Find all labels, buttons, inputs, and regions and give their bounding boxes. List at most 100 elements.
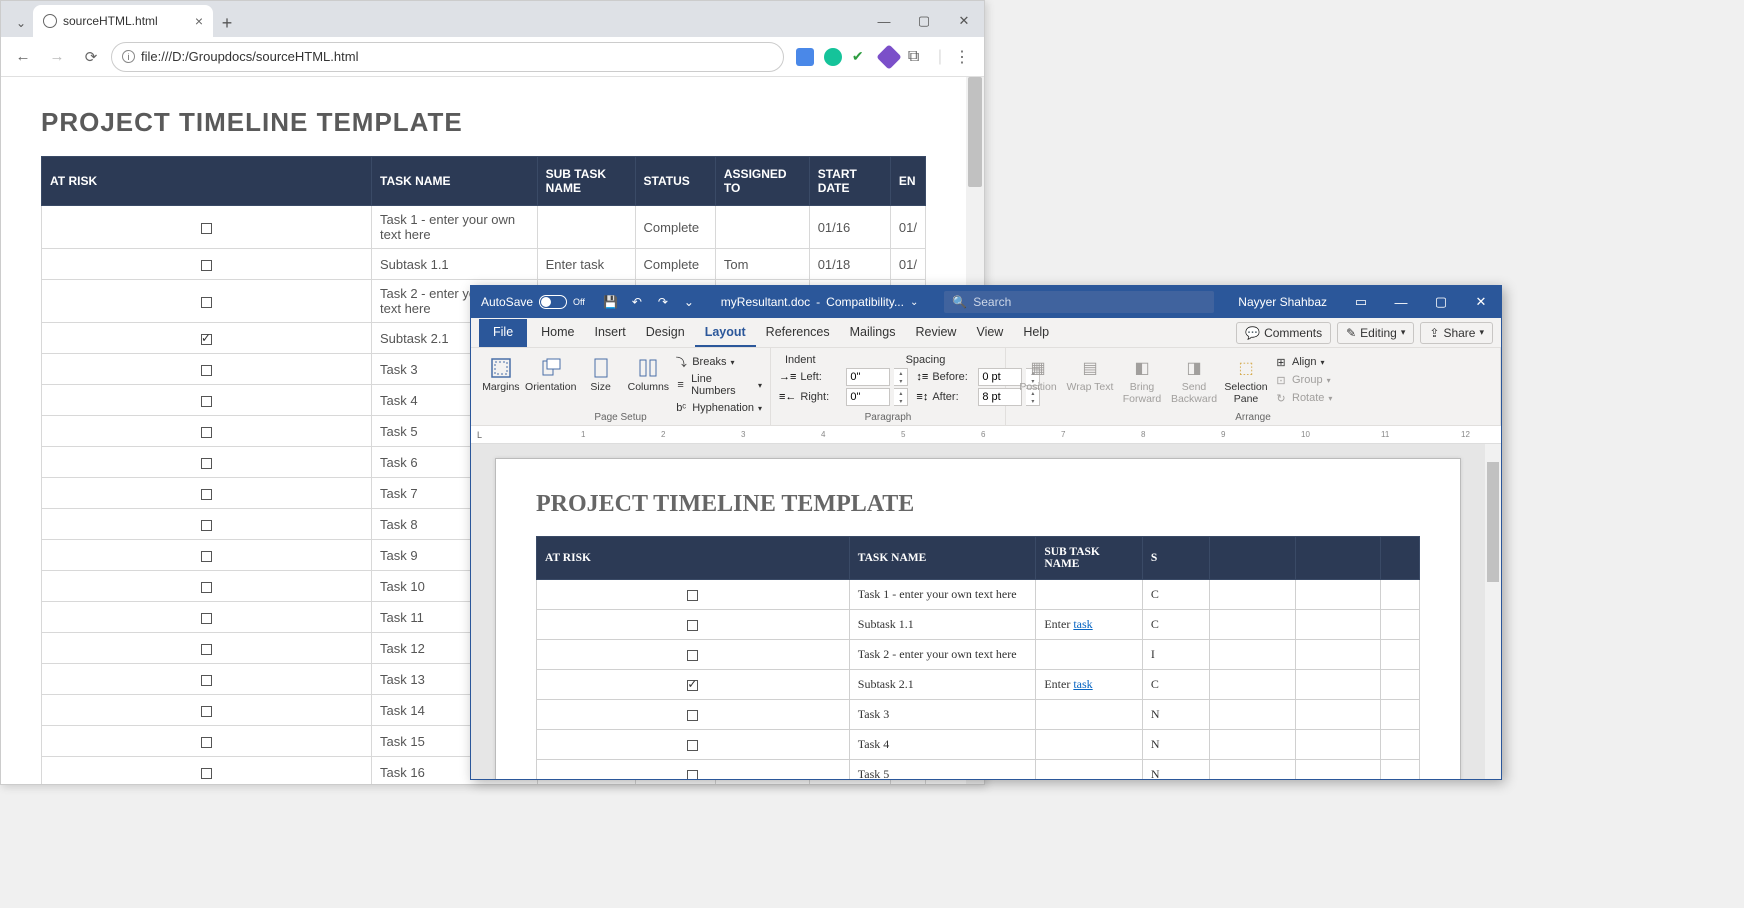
maximize-button[interactable]: ▢ — [904, 5, 944, 37]
at-risk-cell[interactable] — [537, 730, 850, 760]
at-risk-cell[interactable] — [537, 640, 850, 670]
search-box[interactable]: 🔍 Search — [944, 291, 1214, 313]
maximize-button[interactable]: ▢ — [1421, 286, 1461, 318]
at-risk-cell[interactable] — [537, 700, 850, 730]
document-page[interactable]: PROJECT TIMELINE TEMPLATE AT RISKTASK NA… — [495, 458, 1461, 779]
tab-list-dropdown[interactable]: ⌄ — [9, 9, 33, 37]
new-tab-button[interactable]: + — [213, 9, 241, 37]
minimize-button[interactable]: — — [864, 5, 904, 37]
extension-icon[interactable] — [876, 44, 901, 69]
at-risk-cell[interactable] — [42, 757, 372, 785]
task-link[interactable]: task — [1073, 677, 1092, 691]
ribbon-display-button[interactable]: ▭ — [1341, 286, 1381, 318]
checkbox-icon[interactable] — [201, 768, 212, 779]
user-name[interactable]: Nayyer Shahbaz — [1224, 295, 1341, 309]
checkbox-icon[interactable] — [201, 675, 212, 686]
spinner[interactable]: ▴▾ — [894, 368, 908, 386]
at-risk-cell[interactable] — [537, 760, 850, 780]
scrollbar-thumb[interactable] — [968, 77, 982, 187]
redo-icon[interactable]: ↷ — [655, 294, 671, 310]
at-risk-cell[interactable] — [42, 478, 372, 509]
menu-layout[interactable]: Layout — [695, 319, 756, 347]
browser-tab[interactable]: sourceHTML.html × — [33, 5, 213, 37]
indent-right-input[interactable] — [846, 388, 890, 406]
at-risk-cell[interactable] — [42, 416, 372, 447]
spinner[interactable]: ▴▾ — [894, 388, 908, 406]
more-menu-button[interactable]: ⋮ — [948, 43, 976, 71]
checkbox-icon[interactable] — [201, 334, 212, 345]
checkbox-icon[interactable] — [687, 770, 698, 779]
selection-pane-button[interactable]: ⬚Selection Pane — [1222, 352, 1270, 405]
menu-mailings[interactable]: Mailings — [840, 319, 906, 347]
scrollbar[interactable] — [1485, 444, 1501, 779]
undo-icon[interactable]: ↶ — [629, 294, 645, 310]
at-risk-cell[interactable] — [42, 726, 372, 757]
close-tab-icon[interactable]: × — [195, 13, 203, 29]
qat-dropdown-icon[interactable]: ⌄ — [681, 294, 697, 310]
at-risk-cell[interactable] — [42, 633, 372, 664]
scrollbar-thumb[interactable] — [1487, 462, 1499, 582]
task-link[interactable]: task — [1073, 617, 1092, 631]
at-risk-cell[interactable] — [537, 580, 850, 610]
menu-home[interactable]: Home — [531, 319, 584, 347]
checkbox-icon[interactable] — [201, 223, 212, 234]
at-risk-cell[interactable] — [42, 571, 372, 602]
menu-references[interactable]: References — [756, 319, 840, 347]
menu-view[interactable]: View — [966, 319, 1013, 347]
at-risk-cell[interactable] — [42, 509, 372, 540]
checkbox-icon[interactable] — [201, 551, 212, 562]
checkbox-icon[interactable] — [201, 489, 212, 500]
at-risk-cell[interactable] — [42, 323, 372, 354]
checkbox-icon[interactable] — [201, 297, 212, 308]
at-risk-cell[interactable] — [537, 610, 850, 640]
checkbox-icon[interactable] — [687, 710, 698, 721]
forward-button[interactable]: → — [43, 43, 71, 71]
at-risk-cell[interactable] — [42, 540, 372, 571]
menu-file[interactable]: File — [479, 319, 527, 347]
checkbox-icon[interactable] — [687, 740, 698, 751]
at-risk-cell[interactable] — [42, 354, 372, 385]
close-button[interactable]: ✕ — [944, 5, 984, 37]
share-button[interactable]: ⇪Share▾ — [1420, 322, 1493, 344]
breaks-button[interactable]: ⤵Breaks ▾ — [674, 354, 762, 370]
extension-icon[interactable]: ✔ — [852, 48, 870, 66]
indent-left-input[interactable] — [846, 368, 890, 386]
checkbox-icon[interactable] — [201, 396, 212, 407]
checkbox-icon[interactable] — [687, 620, 698, 631]
checkbox-icon[interactable] — [201, 706, 212, 717]
align-button[interactable]: ⊞Align ▾ — [1274, 354, 1332, 370]
checkbox-icon[interactable] — [201, 260, 212, 271]
checkbox-icon[interactable] — [201, 613, 212, 624]
line-numbers-button[interactable]: ≡Line Numbers ▾ — [674, 372, 762, 398]
save-icon[interactable]: 💾 — [603, 294, 619, 310]
ruler[interactable]: L 123456789101112 — [471, 426, 1501, 444]
extension-icon[interactable] — [796, 48, 814, 66]
extension-icon[interactable] — [824, 48, 842, 66]
comments-button[interactable]: 💬Comments — [1236, 322, 1331, 344]
size-button[interactable]: Size — [579, 352, 623, 394]
toggle-icon[interactable] — [539, 295, 567, 309]
orientation-button[interactable]: Orientation — [527, 352, 575, 394]
checkbox-icon[interactable] — [201, 427, 212, 438]
chevron-down-icon[interactable]: ⌄ — [910, 297, 918, 308]
checkbox-icon[interactable] — [201, 365, 212, 376]
at-risk-cell[interactable] — [42, 664, 372, 695]
at-risk-cell[interactable] — [537, 670, 850, 700]
checkbox-icon[interactable] — [201, 458, 212, 469]
back-button[interactable]: ← — [9, 43, 37, 71]
margins-button[interactable]: Margins — [479, 352, 523, 394]
info-icon[interactable]: i — [122, 50, 135, 63]
columns-button[interactable]: Columns — [626, 352, 670, 394]
reload-button[interactable]: ⟳ — [77, 43, 105, 71]
at-risk-cell[interactable] — [42, 280, 372, 323]
at-risk-cell[interactable] — [42, 695, 372, 726]
autosave-toggle[interactable]: AutoSave Off — [471, 295, 595, 309]
extensions-puzzle-icon[interactable]: ⧉ — [908, 48, 926, 66]
menu-design[interactable]: Design — [636, 319, 695, 347]
checkbox-icon[interactable] — [201, 520, 212, 531]
checkbox-icon[interactable] — [201, 644, 212, 655]
at-risk-cell[interactable] — [42, 206, 372, 249]
menu-insert[interactable]: Insert — [585, 319, 636, 347]
editing-button[interactable]: ✎Editing▾ — [1337, 322, 1414, 344]
menu-review[interactable]: Review — [905, 319, 966, 347]
